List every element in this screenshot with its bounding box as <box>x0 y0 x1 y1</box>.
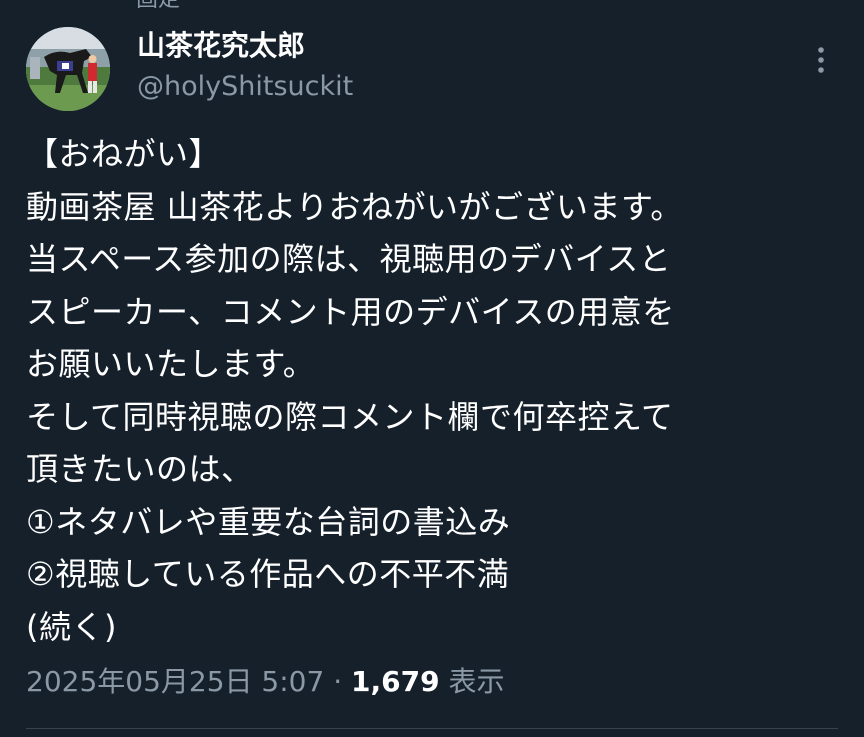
tweet-line: (続く) <box>26 607 117 646</box>
views-count[interactable]: 1,679 <box>351 665 440 698</box>
meta-separator: · <box>324 665 351 698</box>
tweet-line: お願いいたします。 <box>26 345 316 383</box>
tweet-line: 【おねがい】 <box>26 135 222 173</box>
author-display-name[interactable]: 山茶花究太郎 <box>137 28 305 64</box>
views-label: 表示 <box>439 665 505 698</box>
tweet-line: 当スペース参加の際は、視聴用のデバイスと <box>26 240 672 278</box>
tweet-line: ②視聴している作品への不平不満 <box>26 555 510 593</box>
author-handle[interactable]: @holyShitsuckit <box>137 70 353 104</box>
tweet-text: 【おねがい】 動画茶屋 山茶花よりおねがいがございます。 当スペース参加の際は、… <box>26 128 846 653</box>
more-options-button[interactable] <box>806 42 836 78</box>
horse-photo-avatar <box>26 27 110 111</box>
tweet-meta: 2025年05月25日 5:07 · 1,679 表示 <box>26 662 504 702</box>
avatar[interactable] <box>26 27 110 111</box>
tweet-line: 頂きたいのは、 <box>26 450 254 488</box>
divider <box>26 728 838 729</box>
tweet-line: スピーカー、コメント用のデバイスの用意を <box>26 292 675 331</box>
tweet-line: ①ネタバレや重要な台詞の書込み <box>26 502 511 541</box>
tweet-line: そして同時視聴の際コメント欄で何卒控えて <box>26 397 674 436</box>
more-vertical-icon <box>818 47 824 73</box>
tweet-timestamp[interactable]: 2025年05月25日 5:07 <box>26 665 324 698</box>
pinned-label: 固定 <box>136 0 180 12</box>
tweet-line: 動画茶屋 山茶花よりおねがいがございます。 <box>26 187 683 226</box>
